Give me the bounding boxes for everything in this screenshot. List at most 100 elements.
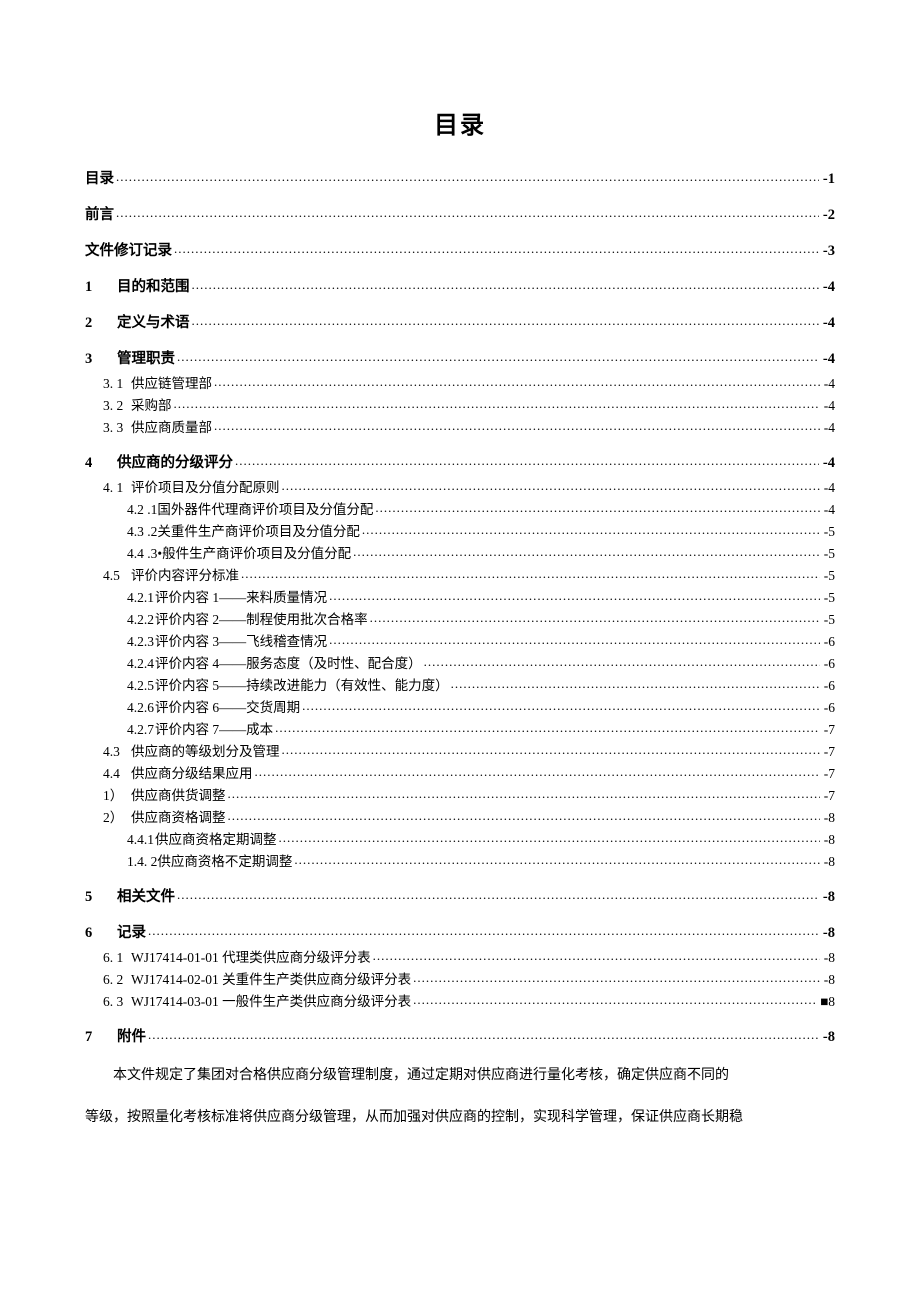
toc-entry-page: -7: [822, 723, 835, 737]
toc-entry-page: -4: [821, 280, 835, 295]
toc-entry-number: 6. 1: [103, 951, 131, 965]
toc-entry-label: •般件生产商评价项目及分值分配: [157, 547, 351, 561]
toc-entry-label: 关重件生产商评价项目及分值分配: [157, 525, 360, 539]
page-content: 目录 目录-1前言-2文件修订记录-31目的和范围-42定义与术语-43管理职责…: [0, 0, 920, 1186]
toc-entry: 4.4 .3•般件生产商评价项目及分值分配-5: [85, 544, 835, 560]
toc-entry-number: 6: [85, 926, 117, 941]
toc-entry: 4供应商的分级评分-4: [85, 452, 835, 470]
toc-entry-number: 3. 2: [103, 399, 131, 413]
toc-entry: 1）供应商供货调整 -7: [85, 786, 835, 802]
toc-entry: 2）供应商资格调整 -8: [85, 808, 835, 824]
toc-entry-page: -6: [822, 679, 835, 693]
toc-entry-page: -8: [821, 1030, 835, 1045]
body-paragraph-2: 等级，按照量化考核标准将供应商分级管理，从而加强对供应商的控制，实现科学管理，保…: [85, 1104, 835, 1132]
toc-entry: 3管理职责-4: [85, 348, 835, 366]
toc-entry-number: 4.3 .2: [127, 525, 157, 539]
toc-entry-number: 6. 2: [103, 973, 131, 987]
toc-leader-dots: [214, 418, 820, 432]
toc-entry: 4.4供应商分级结果应用-7: [85, 764, 835, 780]
toc-entry-number: 4. 1: [103, 481, 131, 495]
toc-leader-dots: [192, 312, 819, 327]
toc-entry-label: 供应链管理部: [131, 377, 212, 391]
toc-entry: 1.4. 2供应商资格不定期调整-8: [85, 852, 835, 868]
toc-entry-label: 供应商的等级划分及管理: [131, 745, 280, 759]
toc-entry-number: 5: [85, 890, 117, 905]
toc-title: 目录: [85, 105, 835, 140]
toc-entry-label: WJ17414-03-01 一般件生产类供应商分级评分表: [131, 995, 411, 1009]
toc-entry-page: -4: [821, 316, 835, 331]
toc-entry-page: -8: [822, 811, 835, 825]
toc-leader-dots: [174, 396, 820, 410]
toc-leader-dots: [282, 478, 820, 492]
toc-entry-label: 目的和范围: [117, 280, 190, 295]
toc-entry-page: -7: [822, 767, 835, 781]
toc-entry-label: 供应商资格调整: [131, 811, 226, 825]
toc-leader-dots: [294, 852, 819, 866]
toc-entry-number: 4.4.1: [127, 833, 155, 847]
toc-entry: 4.3 .2关重件生产商评价项目及分值分配 -5: [85, 522, 835, 538]
toc-entry-label: 供应商质量部: [131, 421, 212, 435]
toc-entry-page: -4: [822, 421, 835, 435]
toc-entry-number: 7: [85, 1030, 117, 1045]
toc-entry: 4.2.1评价内容 1——来料质量情况 -5: [85, 588, 835, 604]
toc-entry: 4.2.4评价内容 4——服务态度（及时性、配合度）-6: [85, 654, 835, 670]
toc-entry-label: 评价内容 5——持续改进能力（有效性、能力度）: [155, 679, 449, 693]
toc-entry: 3. 1供应链管理部-4: [85, 374, 835, 390]
toc-entry-page: -4: [821, 352, 835, 367]
toc-entry-page: -8: [822, 833, 835, 847]
toc-entry-page: -4: [822, 377, 835, 391]
toc-leader-dots: [413, 992, 816, 1006]
toc-entry-page: -5: [822, 591, 835, 605]
toc-entry: 3. 2采购部-4: [85, 396, 835, 412]
toc-leader-dots: [116, 168, 819, 183]
toc-entry-label: 评价内容 1——来料质量情况: [155, 591, 327, 605]
toc-entry: 4.2.6评价内容 6——交货周期-6: [85, 698, 835, 714]
toc-entry-number: 1: [85, 280, 117, 295]
toc-entry-number: 2）: [103, 811, 131, 825]
toc-entry: 4.2.3评价内容 3——飞线稽查情况-6: [85, 632, 835, 648]
toc-entry-label: 供应商供货调整: [131, 789, 226, 803]
toc-entry-page: -7: [822, 789, 835, 803]
toc-entry-number: 4.5: [103, 569, 131, 583]
toc-entry-page: -8: [822, 855, 835, 869]
toc-entry-page: -6: [822, 657, 835, 671]
toc-entry: 4.2.2评价内容 2——制程使用批次合格率-5: [85, 610, 835, 626]
toc-entry-label: WJ17414-01-01 代理类供应商分级评分表: [131, 951, 371, 965]
toc-leader-dots: [329, 588, 820, 602]
toc-entry: 4. 1评价项目及分值分配原则-4: [85, 478, 835, 494]
toc-entry: 3. 3供应商质量部 -4: [85, 418, 835, 434]
toc-leader-dots: [192, 276, 819, 291]
toc-entry-label: 采购部: [131, 399, 172, 413]
toc-entry-number: 3. 3: [103, 421, 131, 435]
toc-entry-number: 2: [85, 316, 117, 331]
toc-leader-dots: [228, 808, 820, 822]
toc-entry: 4.4.1供应商资格定期调整-8: [85, 830, 835, 846]
toc-entry-page: -4: [821, 456, 835, 471]
toc-entry: 4.2.5评价内容 5——持续改进能力（有效性、能力度）-6: [85, 676, 835, 692]
toc-leader-dots: [375, 500, 819, 514]
toc-entry-label: 供应商的分级评分: [117, 456, 233, 471]
toc-entry-number: 4.2.1: [127, 591, 155, 605]
body-paragraph-1: 本文件规定了集团对合格供应商分级管理制度，通过定期对供应商进行量化考核，确定供应…: [85, 1062, 835, 1090]
toc-entry-number: 1.4. 2: [127, 855, 157, 869]
toc-leader-dots: [282, 742, 820, 756]
toc-entry-page: -4: [822, 481, 835, 495]
toc-entry-label: 评价内容 7——成本: [155, 723, 273, 737]
toc-entry-label: 评价内容 2——制程使用批次合格率: [155, 613, 368, 627]
toc-leader-dots: [241, 566, 820, 580]
toc-entry-number: 1）: [103, 789, 131, 803]
toc-entry-number: 4.2.7: [127, 723, 155, 737]
toc-entry-page: -3: [821, 244, 835, 259]
toc-leader-dots: [302, 698, 820, 712]
toc-entry-number: 6. 3: [103, 995, 131, 1009]
toc-entry-page: -5: [822, 525, 835, 539]
toc-entry-number: 4.2.4: [127, 657, 155, 671]
toc-entry: 4.2 .1国外器件代理商评价项目及分值分配-4: [85, 500, 835, 516]
toc-entry: 2定义与术语-4: [85, 312, 835, 330]
toc-entry-number: 4.3: [103, 745, 131, 759]
toc-entry-page: -8: [822, 951, 835, 965]
toc-entry-page: -4: [822, 503, 835, 517]
toc-entry-page: -8: [822, 973, 835, 987]
toc-entry-label: 管理职责: [117, 352, 175, 367]
toc-entry: 5相关文件-8: [85, 886, 835, 904]
